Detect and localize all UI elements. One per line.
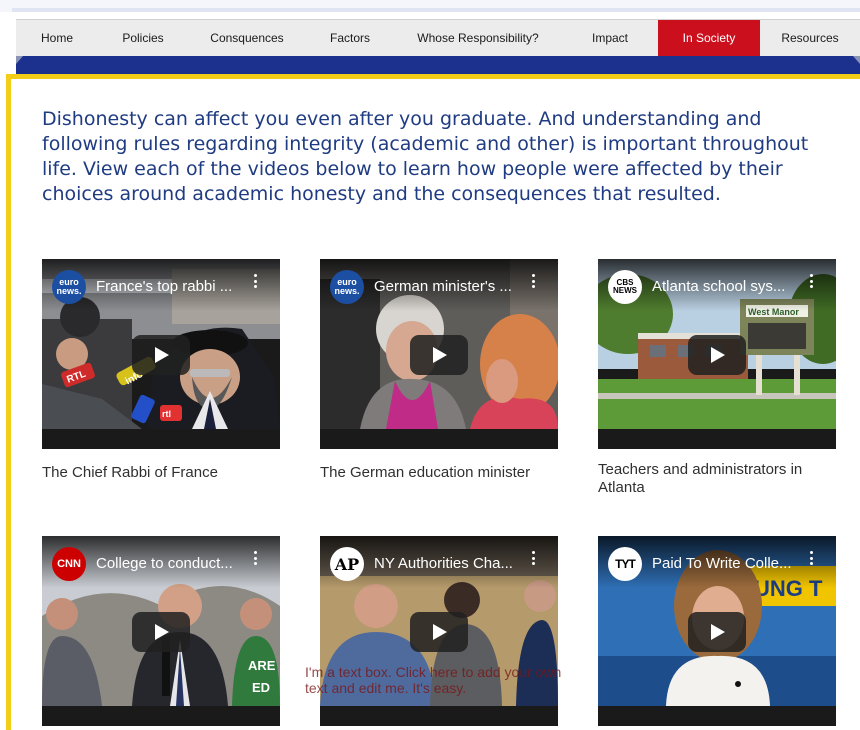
- banner-fold-left: [16, 56, 23, 64]
- video-caption: The Chief Rabbi of France: [42, 464, 218, 481]
- euronews-logo: euro news.: [52, 270, 86, 304]
- placeholder-text-box[interactable]: I'm a text box. Click here to add your o…: [305, 664, 575, 696]
- video-player[interactable]: West Manor CBS NEWS Atlanta school sys..…: [598, 259, 836, 449]
- play-icon[interactable]: [410, 335, 468, 375]
- video-title[interactable]: College to conduct...: [96, 555, 246, 572]
- nav-item-factors[interactable]: Factors: [306, 20, 394, 56]
- cnn-logo: CNN: [52, 547, 86, 581]
- video-title[interactable]: NY Authorities Cha...: [374, 555, 524, 572]
- video-caption: Teachers and administrators in Atlanta: [598, 461, 803, 496]
- nav-item-whose-responsibility[interactable]: Whose Responsibility?: [394, 20, 562, 56]
- tyt-logo: TYT: [608, 547, 642, 581]
- nav-item-consequences[interactable]: Consquences: [188, 20, 306, 56]
- more-options-icon[interactable]: [532, 274, 536, 288]
- nav-item-resources[interactable]: Resources: [760, 20, 860, 56]
- mic-flag-2: rtl: [162, 409, 171, 419]
- play-icon[interactable]: [410, 612, 468, 652]
- main-nav: Home Policies Consquences Factors Whose …: [16, 19, 860, 57]
- more-options-icon[interactable]: [532, 551, 536, 565]
- video-title[interactable]: France's top rabbi ...: [96, 278, 246, 295]
- video-title[interactable]: German minister's ...: [374, 278, 524, 295]
- play-icon[interactable]: [688, 612, 746, 652]
- video-title[interactable]: Paid To Write Colle...: [652, 555, 802, 572]
- nav-item-in-society[interactable]: In Society: [658, 20, 760, 56]
- page: Home Policies Consquences Factors Whose …: [0, 0, 860, 730]
- nav-banner: [16, 56, 860, 76]
- video-player[interactable]: ARE ED CNN College to conduct...: [42, 536, 280, 726]
- content-left-border: [6, 74, 11, 730]
- cbs-news-logo: CBS NEWS: [608, 270, 642, 304]
- video-player[interactable]: info RTL rtl euro news. France's top rab…: [42, 259, 280, 449]
- nav-item-impact[interactable]: Impact: [562, 20, 658, 56]
- window-top-edge: [0, 0, 860, 12]
- more-options-icon[interactable]: [810, 274, 814, 288]
- intro-text: Dishonesty can affect you even after you…: [42, 108, 809, 205]
- video-player[interactable]: AP NY Authorities Cha...: [320, 536, 558, 726]
- video-player[interactable]: UNG T TYT Paid To Write Colle...: [598, 536, 836, 726]
- banner-fold-right: [853, 56, 860, 64]
- more-options-icon[interactable]: [254, 274, 258, 288]
- video-caption: The German education minister: [320, 464, 531, 481]
- play-icon[interactable]: [132, 335, 190, 375]
- play-icon[interactable]: [132, 612, 190, 652]
- more-options-icon[interactable]: [810, 551, 814, 565]
- ap-logo: AP: [330, 547, 364, 581]
- euronews-logo: euro news.: [330, 270, 364, 304]
- nav-item-home[interactable]: Home: [16, 20, 98, 56]
- video-player[interactable]: euro news. German minister's ...: [320, 259, 558, 449]
- more-options-icon[interactable]: [254, 551, 258, 565]
- shirt-text-1: ARE: [248, 658, 276, 673]
- video-title[interactable]: Atlanta school sys...: [652, 278, 802, 295]
- content-top-border: [6, 74, 860, 79]
- shirt-text-2: ED: [252, 680, 270, 695]
- play-icon[interactable]: [688, 335, 746, 375]
- nav-item-policies[interactable]: Policies: [98, 20, 188, 56]
